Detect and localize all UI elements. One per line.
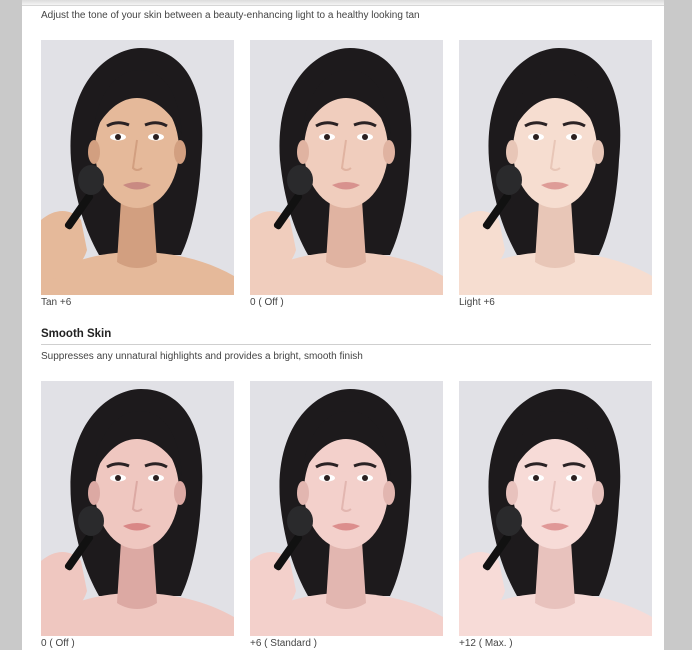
tone-photo-tan [41, 40, 234, 295]
tone-caption-tan: Tan +6 [41, 297, 72, 308]
portrait-illustration [250, 381, 443, 636]
portrait-illustration [459, 381, 652, 636]
smooth-description: Suppresses any unnatural highlights and … [41, 351, 363, 362]
page: Adjust the tone of your skin between a b… [22, 0, 664, 650]
tone-description: Adjust the tone of your skin between a b… [41, 10, 420, 21]
smooth-caption-standard: +6 ( Standard ) [250, 638, 317, 649]
top-edge [22, 0, 664, 6]
smooth-photo-max [459, 381, 652, 636]
smooth-photo-off [41, 381, 234, 636]
smooth-caption-off: 0 ( Off ) [41, 638, 75, 649]
portrait-illustration [250, 40, 443, 295]
smooth-photo-standard [250, 381, 443, 636]
portrait-illustration [41, 381, 234, 636]
smooth-caption-max: +12 ( Max. ) [459, 638, 513, 649]
section-divider [41, 344, 651, 345]
tone-photo-off [250, 40, 443, 295]
tone-caption-off: 0 ( Off ) [250, 297, 284, 308]
smooth-skin-heading: Smooth Skin [41, 328, 112, 340]
portrait-illustration [459, 40, 652, 295]
tone-caption-light: Light +6 [459, 297, 495, 308]
tone-photo-light [459, 40, 652, 295]
portrait-illustration [41, 40, 234, 295]
